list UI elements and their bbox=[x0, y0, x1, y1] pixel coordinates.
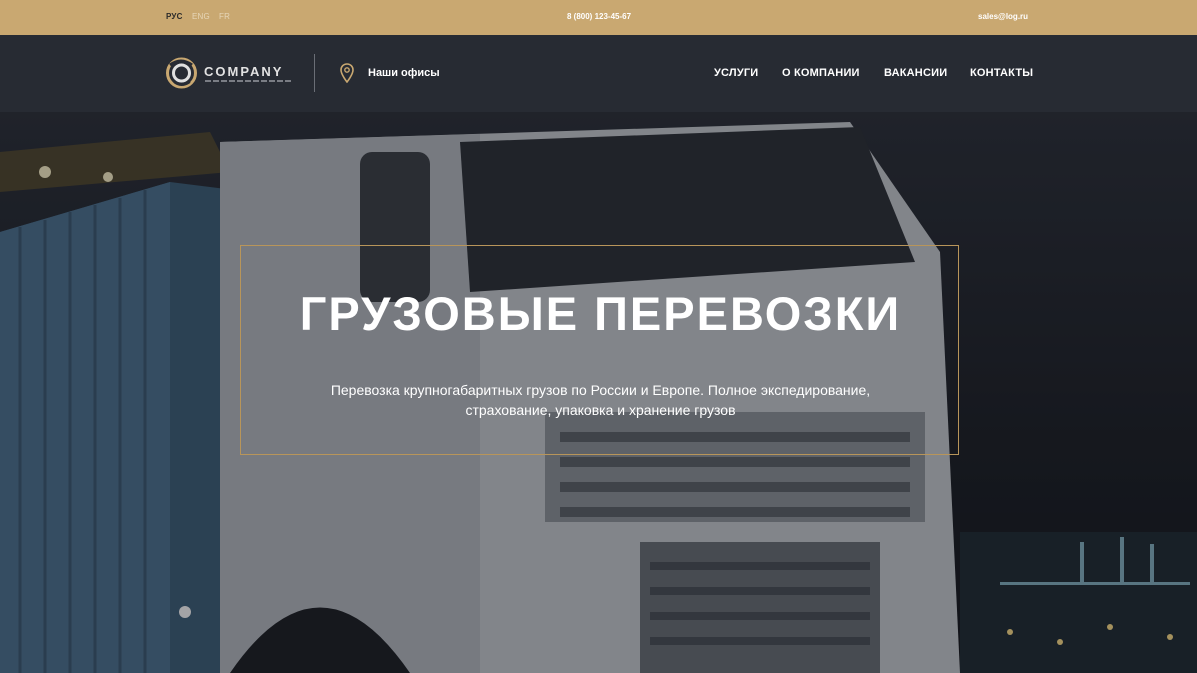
top-bar: РУС ENG FR 8 (800) 123-45-67 sales@log.r… bbox=[0, 0, 1197, 35]
lang-rus-link[interactable]: РУС bbox=[166, 12, 183, 21]
site-header: COMPANY Наши офисы УСЛУГИ О КОМПАНИИ ВАК… bbox=[0, 35, 1197, 112]
nav-item-vacancies[interactable]: ВАКАНСИИ bbox=[884, 67, 947, 79]
map-pin-icon bbox=[340, 63, 354, 83]
nav-item-contacts[interactable]: КОНТАКТЫ bbox=[970, 67, 1033, 79]
lang-fr-link[interactable]: FR bbox=[219, 12, 230, 21]
nav-item-services[interactable]: УСЛУГИ bbox=[714, 67, 758, 79]
logo-swirl-icon bbox=[166, 57, 197, 89]
hero-subtitle: Перевозка крупногабаритных грузов по Рос… bbox=[241, 380, 960, 420]
email-link[interactable]: sales@log.ru bbox=[978, 12, 1028, 21]
hero-subtitle-line-2: страхование, упаковка и хранение грузов bbox=[465, 402, 736, 418]
nav-item-about[interactable]: О КОМПАНИИ bbox=[782, 67, 860, 79]
hero-title: ГРУЗОВЫЕ ПЕРЕВОЗКИ bbox=[299, 287, 902, 340]
hero-section: ГРУЗОВЫЕ ПЕРЕВОЗКИ Перевозка крупногабар… bbox=[0, 112, 1197, 673]
phone-link[interactable]: 8 (800) 123-45-67 bbox=[567, 12, 631, 21]
offices-link[interactable]: Наши офисы bbox=[368, 67, 440, 79]
hero-subtitle-line-1: Перевозка крупногабаритных грузов по Рос… bbox=[330, 382, 871, 398]
header-divider bbox=[314, 54, 315, 92]
logo-tagline bbox=[205, 80, 295, 84]
lang-eng-link[interactable]: ENG bbox=[192, 12, 210, 21]
hero-frame: ГРУЗОВЫЕ ПЕРЕВОЗКИ Перевозка крупногабар… bbox=[240, 245, 959, 455]
logo-name: COMPANY bbox=[204, 64, 284, 79]
